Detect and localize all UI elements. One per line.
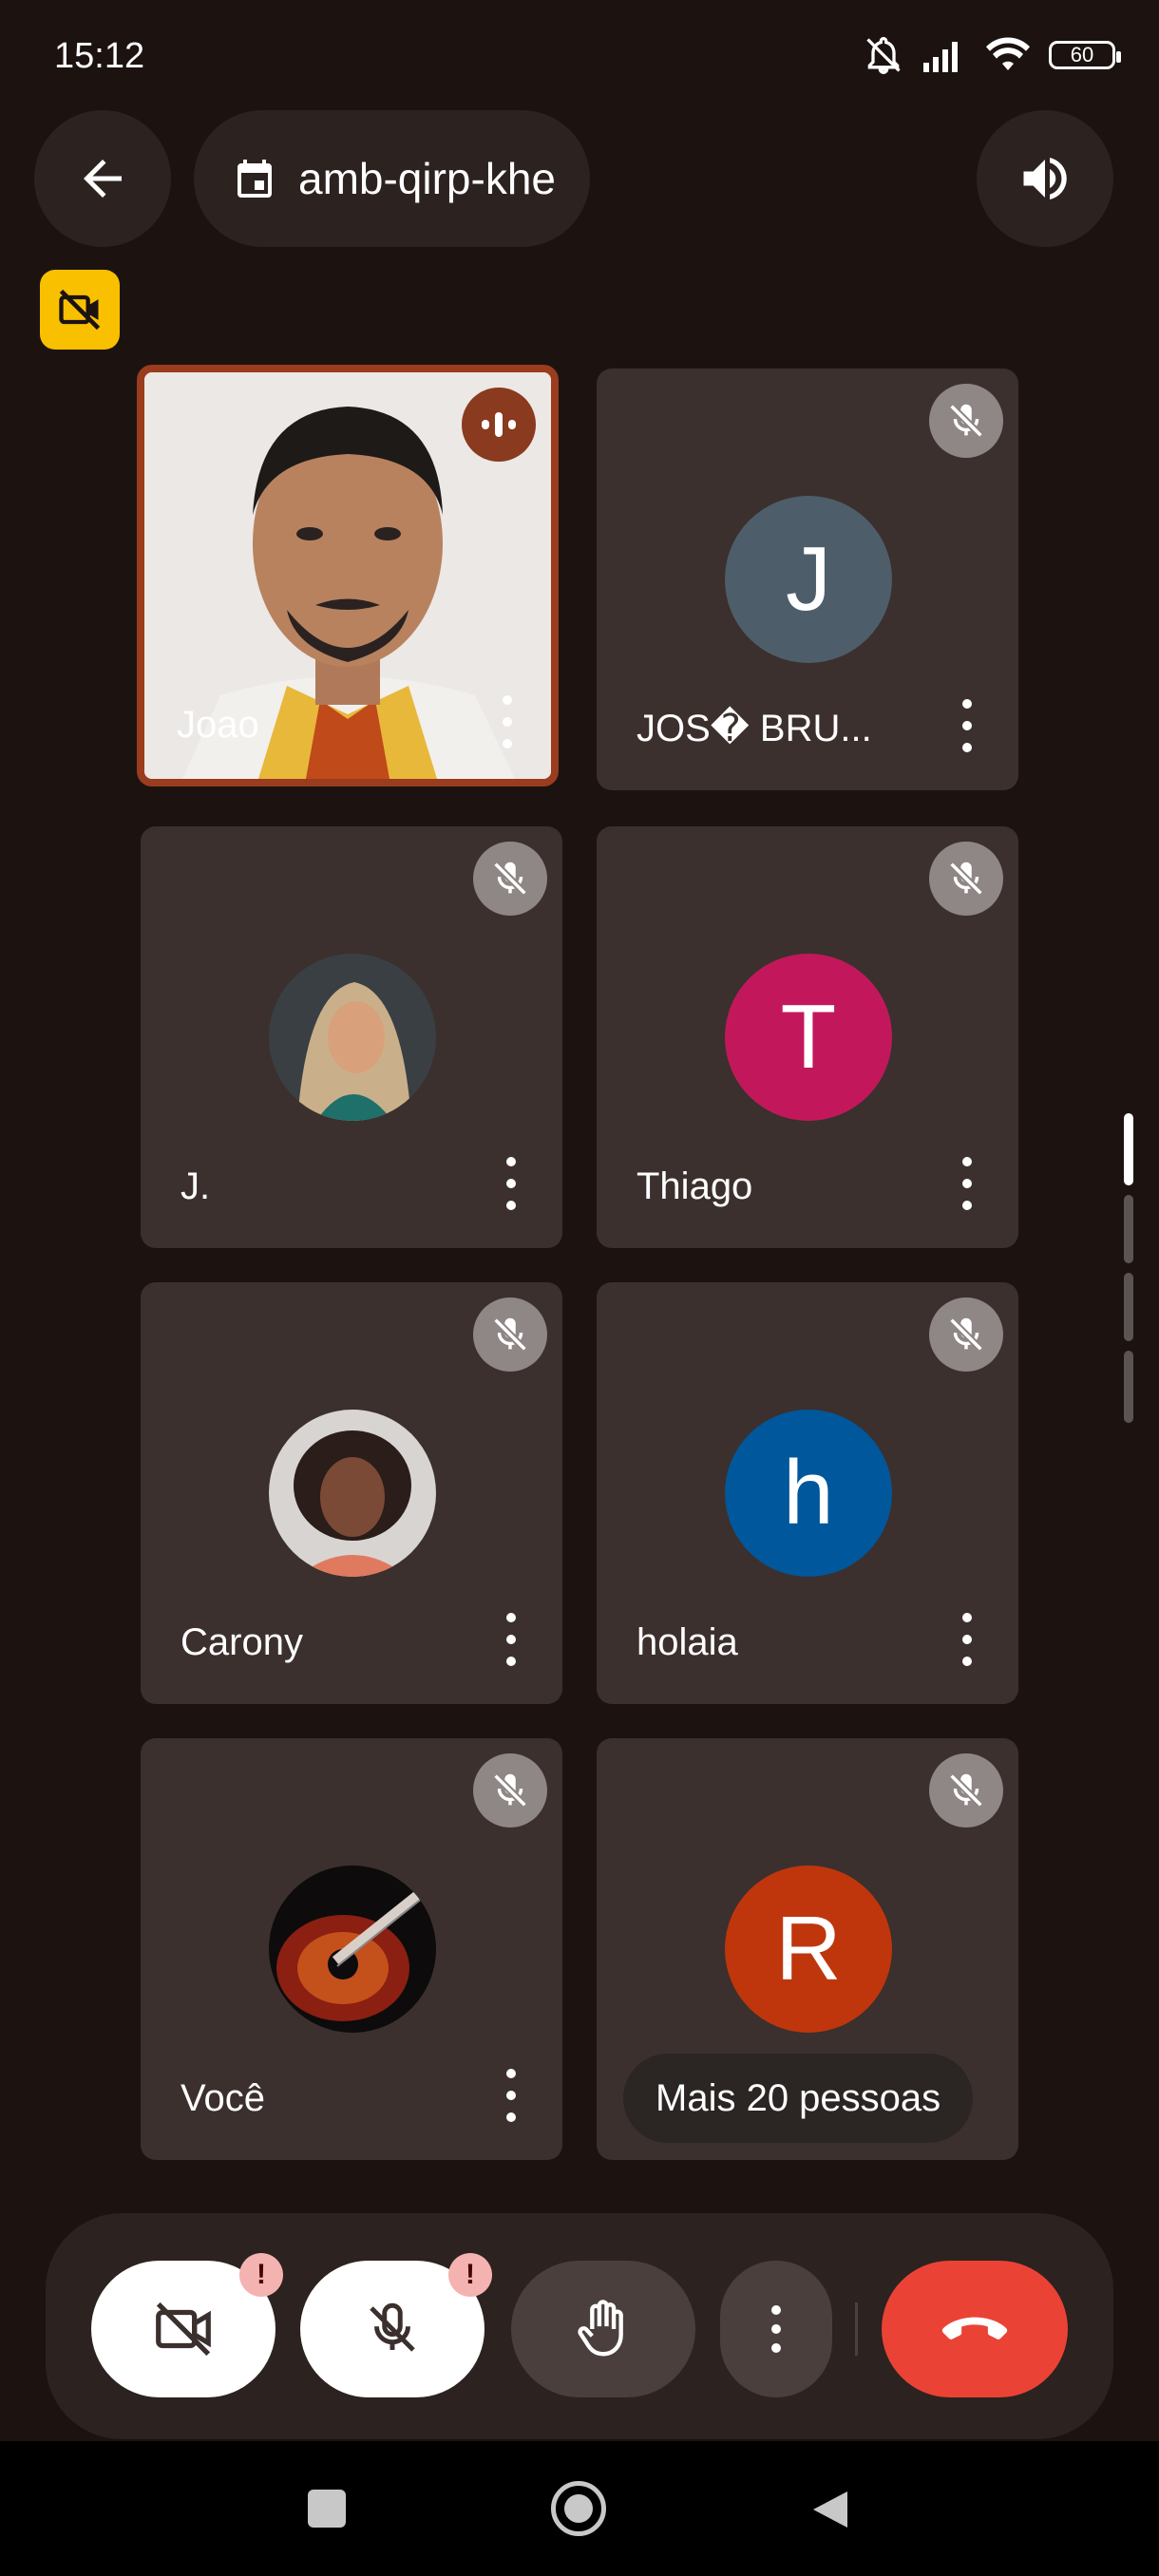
avatar: J	[725, 496, 892, 663]
meeting-code: amb-qirp-khe	[298, 154, 556, 203]
avatar: T	[725, 954, 892, 1121]
end-call-button[interactable]	[882, 2261, 1068, 2397]
participant-tile-jos-bru[interactable]: J JOS� BRU...	[597, 369, 1018, 790]
participant-name: JOS� BRU...	[636, 708, 872, 749]
more-options-icon[interactable]	[958, 1157, 977, 1210]
signal-icon	[923, 42, 958, 72]
participant-tile-j[interactable]: J.	[141, 826, 562, 1248]
controls-divider	[855, 2302, 858, 2356]
bell-off-icon	[866, 37, 901, 74]
mic-off-icon	[473, 842, 547, 916]
avatar	[269, 1866, 436, 2033]
volume-icon	[1023, 158, 1067, 199]
more-options-icon[interactable]	[958, 1613, 977, 1666]
videocam-off-icon	[156, 2301, 211, 2357]
battery-indicator: 60	[1049, 41, 1121, 69]
audio-output-button[interactable]	[977, 110, 1113, 247]
call-end-icon	[941, 2317, 1008, 2339]
more-options-icon[interactable]	[502, 2069, 521, 2122]
mic-off-icon	[473, 1297, 547, 1372]
wifi-icon	[986, 37, 1030, 70]
raise-hand-button[interactable]	[511, 2261, 695, 2397]
participant-tile-thiago[interactable]: T Thiago	[597, 826, 1018, 1248]
participant-name: J.	[180, 1165, 211, 1207]
scrollbar-thumb[interactable]	[1124, 1113, 1133, 1185]
more-options-icon[interactable]	[502, 1613, 521, 1666]
participant-name: Carony	[180, 1621, 303, 1663]
participant-tile-holaia[interactable]: h holaia	[597, 1282, 1018, 1704]
status-icons: 60	[863, 34, 1121, 76]
more-options-button[interactable]	[720, 2261, 832, 2397]
back-nav-button[interactable]	[809, 2488, 851, 2531]
speaking-indicator	[462, 388, 536, 462]
mic-off-icon	[929, 384, 1003, 458]
recording-off-indicator[interactable]	[40, 270, 120, 350]
participant-tile-voce[interactable]: Você	[141, 1738, 562, 2160]
mic-off-icon	[929, 1753, 1003, 1828]
avatar: h	[725, 1410, 892, 1577]
scrollbar-segment	[1124, 1351, 1133, 1423]
camera-toggle-button[interactable]: !	[91, 2253, 283, 2397]
meeting-info-button[interactable]: amb-qirp-khe	[194, 110, 590, 247]
more-vert-icon	[771, 2305, 781, 2353]
mic-off-icon	[473, 1753, 547, 1828]
mic-off-icon	[929, 1297, 1003, 1372]
scrollbar-segment	[1124, 1195, 1133, 1263]
avatar	[269, 1410, 436, 1577]
avatar: R	[725, 1866, 892, 2033]
participant-tile-joao[interactable]: Joao	[137, 365, 559, 786]
scrollbar-segment	[1124, 1273, 1133, 1341]
camera-alert-badge: !	[239, 2253, 283, 2297]
recents-nav-button[interactable]	[308, 2490, 346, 2528]
audio-level-icon	[482, 412, 516, 437]
mic-alert-badge: !	[448, 2253, 492, 2297]
calendar-icon	[238, 160, 272, 198]
home-nav-button[interactable]	[551, 2481, 606, 2536]
more-options-icon[interactable]	[502, 1157, 521, 1210]
participant-name: Você	[180, 2077, 265, 2119]
more-options-icon[interactable]	[498, 695, 517, 748]
mic-off-icon	[929, 842, 1003, 916]
status-time: 15:12	[54, 36, 145, 76]
more-people-button[interactable]: Mais 20 pessoas	[623, 2054, 974, 2143]
mic-toggle-button[interactable]: !	[300, 2253, 492, 2397]
participant-tile-carony[interactable]: Carony	[141, 1282, 562, 1704]
avatar	[269, 954, 436, 1121]
mic-off-icon	[370, 2302, 415, 2352]
back-button[interactable]	[34, 110, 171, 247]
participant-name: Joao	[177, 704, 259, 746]
videocam-off-icon	[59, 289, 101, 331]
participant-name: holaia	[636, 1621, 738, 1663]
arrow-back-icon	[84, 160, 122, 198]
more-options-icon[interactable]	[958, 699, 977, 752]
home-icon	[564, 2494, 593, 2523]
participant-name: Thiago	[636, 1165, 753, 1207]
hand-icon	[578, 2300, 623, 2357]
